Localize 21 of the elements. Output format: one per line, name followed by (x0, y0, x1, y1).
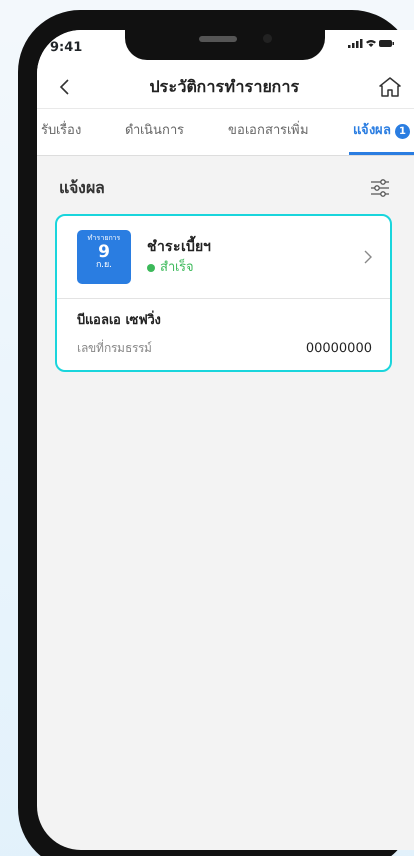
date-month: ก.ย. (95, 261, 113, 272)
filter-icon[interactable] (370, 179, 390, 197)
tab[interactable]: รับเรื่อง (37, 109, 85, 155)
tab[interactable]: ดำเนินการ (121, 109, 188, 155)
status-time: 9:41 (50, 39, 82, 57)
tab[interactable]: ขอเอกสารเพิ่ม (224, 109, 313, 155)
field-value: 00000000 (306, 340, 372, 358)
status-icons (348, 38, 394, 49)
home-icon[interactable] (378, 76, 402, 98)
status-text: สำเร็จ (160, 258, 194, 277)
policy-name: บีแอลเอ เซฟวิ่ง (77, 311, 372, 330)
back-icon[interactable] (59, 78, 71, 96)
count-badge: 1 (395, 124, 410, 139)
speaker-icon (199, 36, 237, 42)
field-label: เลขที่กรมธรรม์ (77, 339, 152, 358)
date-day: 9 (77, 242, 131, 262)
screen-title: ประวัติการทำรายการ (150, 76, 300, 98)
section-title: แจ้งผล (59, 177, 105, 199)
tab[interactable]: แจ้งผล 1 (349, 109, 414, 155)
chevron-icon (364, 250, 372, 264)
transaction-title: ชำระเบี้ยฯ (147, 236, 348, 258)
